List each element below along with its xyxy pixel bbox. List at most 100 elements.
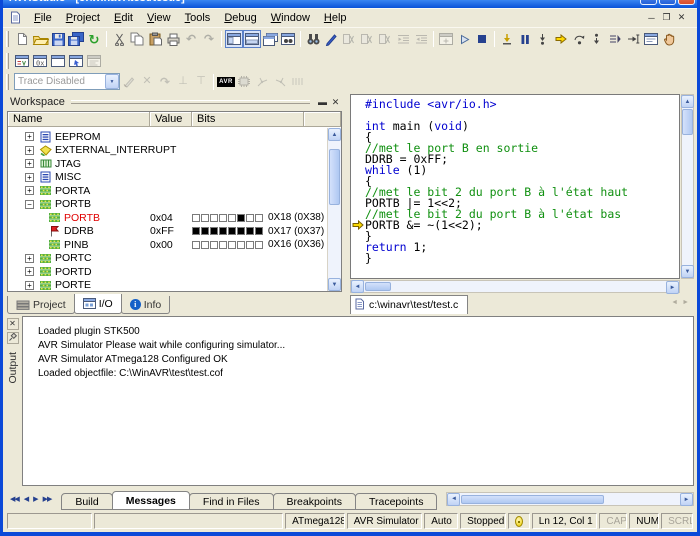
bit-box[interactable] — [219, 227, 227, 235]
scrollbar-thumb[interactable] — [329, 149, 340, 205]
scroll-up-icon[interactable]: ▲ — [681, 95, 694, 108]
save-button[interactable] — [49, 30, 67, 48]
bit-box[interactable] — [246, 241, 254, 249]
menu-edit[interactable]: Edit — [107, 10, 140, 26]
tree-row-eeprom[interactable]: +EEPROM — [8, 130, 327, 144]
mdi-minimize-button[interactable]: ─ — [644, 13, 659, 23]
copy-button[interactable] — [128, 30, 146, 48]
tree-row-pinb[interactable]: PINB0x000X16 (0X36) — [8, 238, 327, 252]
register-bits[interactable] — [192, 214, 263, 222]
expand-icon[interactable]: + — [25, 132, 34, 141]
scrollbar-thumb[interactable] — [682, 109, 693, 135]
run-button[interactable] — [455, 30, 473, 48]
register-bits[interactable] — [192, 227, 263, 235]
bit-box[interactable] — [201, 214, 209, 222]
bit-box[interactable] — [219, 241, 227, 249]
bit-box[interactable] — [228, 214, 236, 222]
column-header-value[interactable]: Value — [150, 112, 192, 127]
scrollbar-thumb[interactable] — [365, 282, 391, 291]
bit-box[interactable] — [192, 214, 200, 222]
io-window-button[interactable] — [67, 52, 85, 70]
auto-step-button[interactable] — [606, 30, 624, 48]
expand-icon[interactable]: + — [25, 146, 34, 155]
tree-row-portc[interactable]: +PORTC — [8, 252, 327, 266]
bit-box[interactable] — [228, 227, 236, 235]
bit-box[interactable] — [237, 241, 245, 249]
maximize-button[interactable]: ❐ — [659, 0, 676, 5]
prev-tab-icon[interactable]: ◀ — [24, 495, 28, 503]
pin-icon[interactable] — [7, 332, 19, 344]
step-over-button[interactable] — [570, 30, 588, 48]
toolbar-grip[interactable] — [6, 53, 9, 69]
last-tab-icon[interactable]: ▶▶ — [43, 495, 52, 503]
register-bits[interactable] — [192, 241, 263, 249]
save-all-button[interactable] — [67, 30, 85, 48]
tree-row-portb[interactable]: −PORTB — [8, 198, 327, 212]
run-to-cursor-button[interactable] — [624, 30, 642, 48]
menu-file[interactable]: File — [27, 10, 59, 26]
io-register-tree[interactable]: +EEPROM+EXTERNAL_INTERRUPT+JTAG+MISC+POR… — [8, 128, 327, 291]
cut-button[interactable] — [110, 30, 128, 48]
stop-button[interactable] — [473, 30, 491, 48]
bit-box[interactable] — [201, 227, 209, 235]
register-window-button[interactable] — [49, 52, 67, 70]
tab-info[interactable]: iInfo — [121, 296, 171, 314]
expand-icon[interactable]: + — [25, 281, 34, 290]
code-editor[interactable]: #include <avr/io.h> int main (void){//me… — [350, 94, 680, 279]
menu-view[interactable]: View — [140, 10, 178, 26]
print-button[interactable] — [164, 30, 182, 48]
watch-window-button[interactable] — [13, 52, 31, 70]
toolbar-grip[interactable] — [6, 74, 9, 90]
mdi-close-button[interactable]: ✕ — [674, 12, 689, 23]
toolbar-grip[interactable] — [6, 31, 9, 47]
tab-scroll-right-icon[interactable]: ► — [680, 295, 691, 306]
menu-debug[interactable]: Debug — [217, 10, 263, 26]
toggle-workspace-button[interactable] — [225, 30, 243, 48]
window-find-button[interactable] — [279, 30, 297, 48]
tab-build[interactable]: Build — [61, 493, 112, 510]
close-icon[interactable]: ✕ — [7, 318, 19, 330]
tab-scroll-left-icon[interactable]: ◄ — [669, 295, 680, 306]
bit-box[interactable] — [192, 227, 200, 235]
tree-row-porte[interactable]: +PORTE — [8, 279, 327, 292]
first-tab-icon[interactable]: ◀◀ — [10, 495, 19, 503]
next-tab-icon[interactable]: ▶ — [33, 495, 37, 503]
step-into-button[interactable] — [534, 30, 552, 48]
expand-icon[interactable]: + — [25, 267, 34, 276]
tab-breakpoints[interactable]: Breakpoints — [273, 493, 356, 510]
edit-pen-button[interactable] — [322, 30, 340, 48]
menu-project[interactable]: Project — [59, 10, 107, 26]
memory-window-button[interactable]: 0x — [31, 52, 49, 70]
expand-icon[interactable]: + — [25, 159, 34, 168]
open-folder-button[interactable] — [31, 30, 49, 48]
tab-i-o[interactable]: I/O — [74, 294, 122, 314]
collapse-icon[interactable]: − — [25, 200, 34, 209]
scroll-right-icon[interactable]: ► — [680, 493, 693, 506]
bit-box[interactable] — [255, 227, 263, 235]
tree-row-ddrb[interactable]: DDRB0xFF0X17 (0X37) — [8, 225, 327, 239]
bit-box[interactable] — [237, 214, 245, 222]
bit-box[interactable] — [246, 214, 254, 222]
tree-row-external_interrupt[interactable]: +EXTERNAL_INTERRUPT — [8, 144, 327, 158]
refresh-button[interactable]: ↻ — [85, 30, 103, 48]
scroll-right-icon[interactable]: ► — [666, 281, 679, 294]
bit-box[interactable] — [210, 227, 218, 235]
new-file-button[interactable] — [13, 30, 31, 48]
bit-box[interactable] — [246, 227, 254, 235]
pause-button[interactable] — [516, 30, 534, 48]
chevron-down-icon[interactable]: ▼ — [105, 74, 119, 89]
expand-icon[interactable]: + — [25, 186, 34, 195]
bit-box[interactable] — [192, 241, 200, 249]
tree-row-porta[interactable]: +PORTA — [8, 184, 327, 198]
show-next-statement-button[interactable] — [552, 30, 570, 48]
close-button[interactable]: ✕ — [678, 0, 695, 5]
avr-device-button[interactable]: AVR — [217, 73, 235, 91]
trace-combobox[interactable]: Trace Disabled▼ — [14, 73, 120, 90]
bit-box[interactable] — [228, 241, 236, 249]
panel-minimize-icon[interactable]: ▬ — [316, 97, 329, 107]
bit-box[interactable] — [210, 241, 218, 249]
quickwatch-button[interactable] — [642, 30, 660, 48]
find-button[interactable] — [304, 30, 322, 48]
tab-find-in-files[interactable]: Find in Files — [189, 493, 274, 510]
scroll-down-icon[interactable]: ▼ — [681, 265, 694, 278]
